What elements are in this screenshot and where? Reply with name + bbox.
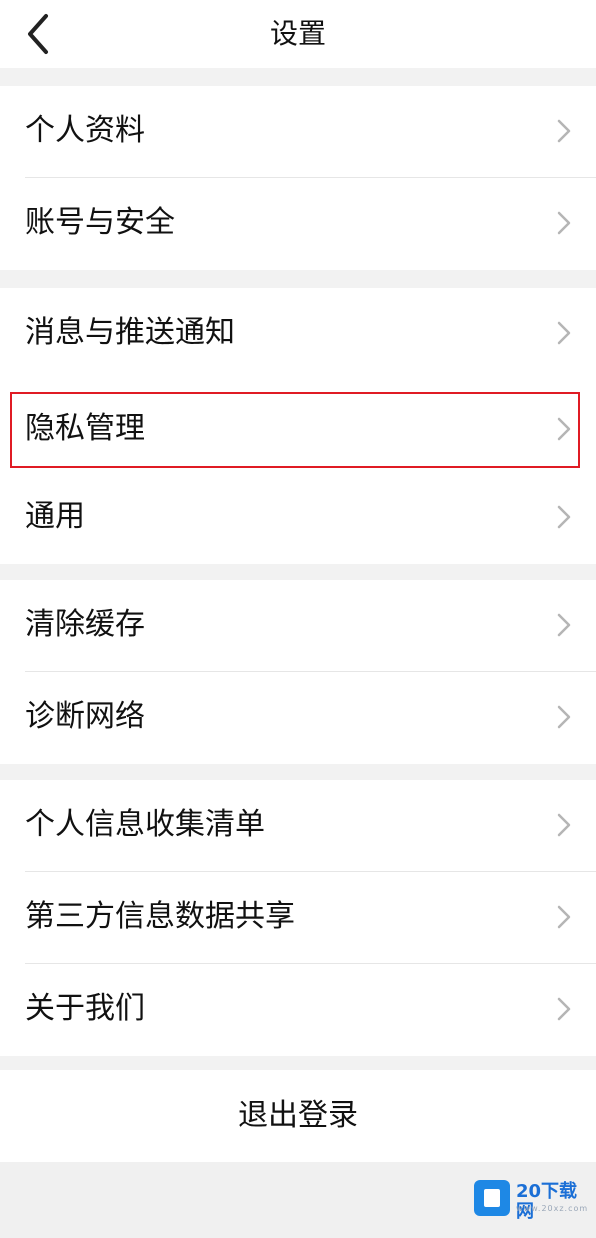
setting-item-network-diagnosis[interactable]: 诊断网络 xyxy=(0,672,596,764)
chevron-right-icon xyxy=(557,997,571,1021)
watermark-url: www.20xz.com xyxy=(516,1204,589,1213)
setting-item-label: 个人信息收集清单 xyxy=(25,807,265,842)
setting-item-profile[interactable]: 个人资料 xyxy=(0,86,596,178)
setting-item-label: 清除缓存 xyxy=(25,607,145,642)
settings-group-privacy: 消息与推送通知 隐私管理 通用 xyxy=(0,288,596,564)
chevron-right-icon xyxy=(557,211,571,235)
setting-item-label: 账号与安全 xyxy=(25,205,175,240)
chevron-right-icon xyxy=(557,321,571,345)
setting-item-notifications[interactable]: 消息与推送通知 xyxy=(0,288,596,380)
chevron-right-icon xyxy=(557,905,571,929)
page-title: 设置 xyxy=(269,17,326,50)
watermark-logo: 20下载网 www.20xz.com xyxy=(474,1178,589,1222)
setting-item-label: 关于我们 xyxy=(25,991,145,1026)
setting-item-label: 隐私管理 xyxy=(25,411,145,446)
settings-group-tools: 清除缓存 诊断网络 xyxy=(0,580,596,764)
top-bar: 设置 xyxy=(0,0,596,68)
setting-item-label: 诊断网络 xyxy=(25,699,145,734)
settings-group-account: 个人资料 账号与安全 xyxy=(0,86,596,270)
setting-item-general[interactable]: 通用 xyxy=(0,472,596,564)
chevron-right-icon xyxy=(557,119,571,143)
setting-item-about-us[interactable]: 关于我们 xyxy=(0,964,596,1056)
chevron-right-icon xyxy=(557,705,571,729)
chevron-right-icon xyxy=(557,505,571,529)
setting-item-label: 第三方信息数据共享 xyxy=(25,899,295,934)
logout-label: 退出登录 xyxy=(238,1098,358,1133)
watermark-name: 20下载网 xyxy=(516,1181,578,1222)
setting-item-privacy[interactable]: 隐私管理 xyxy=(10,392,580,468)
setting-item-account-security[interactable]: 账号与安全 xyxy=(0,178,596,270)
chevron-right-icon xyxy=(557,613,571,637)
logout-button[interactable]: 退出登录 xyxy=(0,1070,596,1162)
setting-item-label: 通用 xyxy=(25,499,85,534)
settings-group-info: 个人信息收集清单 第三方信息数据共享 关于我们 xyxy=(0,780,596,1056)
setting-item-clear-cache[interactable]: 清除缓存 xyxy=(0,580,596,672)
setting-item-info-collection-list[interactable]: 个人信息收集清单 xyxy=(0,780,596,872)
setting-item-third-party-sharing[interactable]: 第三方信息数据共享 xyxy=(0,872,596,964)
setting-item-label: 消息与推送通知 xyxy=(25,315,235,350)
chevron-right-icon xyxy=(557,417,571,441)
box-icon xyxy=(474,1180,510,1216)
setting-item-label: 个人资料 xyxy=(25,113,145,148)
chevron-right-icon xyxy=(557,813,571,837)
